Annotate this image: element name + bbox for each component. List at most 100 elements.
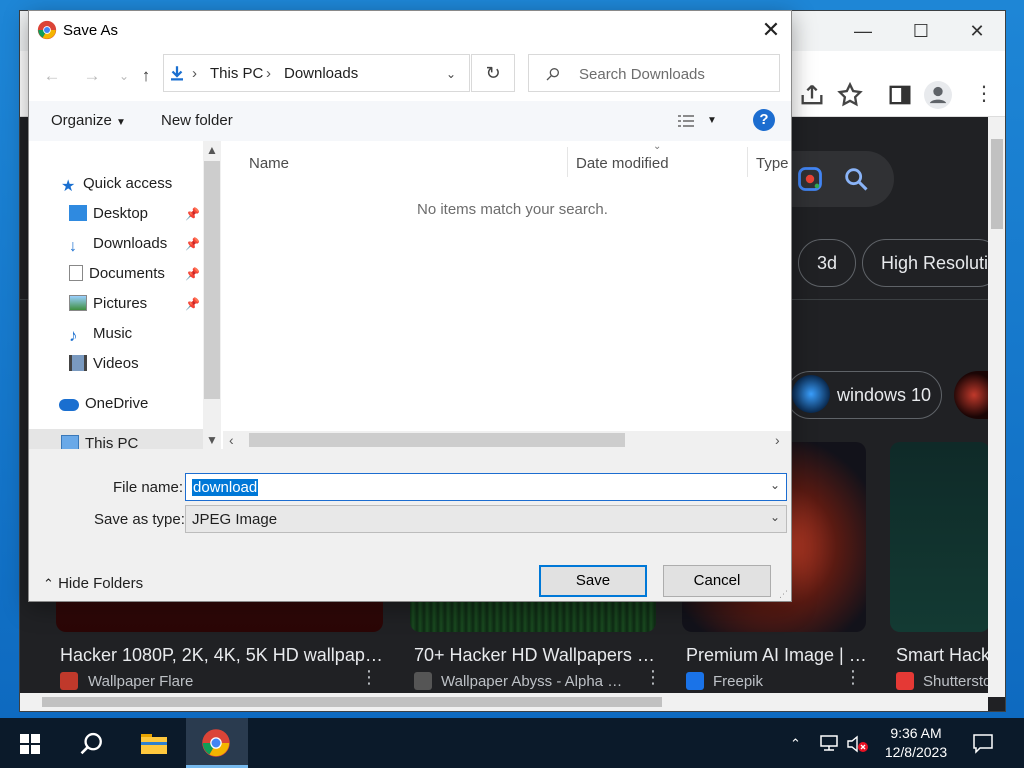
hide-folders-button[interactable]: ⌃ Hide Folders <box>43 575 143 592</box>
save-type-select[interactable]: JPEG Image ⌄ <box>185 505 787 533</box>
search-input[interactable]: Search Downloads <box>528 54 780 92</box>
up-arrow-icon[interactable]: ↑ <box>133 63 159 89</box>
organize-button[interactable]: Organize ▼ <box>51 112 126 129</box>
address-dropdown-icon[interactable]: ⌄ <box>446 67 456 81</box>
chip-high-resolution[interactable]: High Resolutio <box>862 239 1002 287</box>
scroll-right-icon[interactable]: › <box>775 432 780 448</box>
result-title[interactable]: Premium AI Image | … <box>686 645 866 666</box>
desktop-icon <box>69 205 87 221</box>
dialog-title: Save As <box>63 22 119 39</box>
chrome-menu-icon[interactable]: ⋮ <box>970 81 998 109</box>
nav-label: Videos <box>93 355 139 372</box>
nav-onedrive[interactable]: OneDrive <box>59 391 148 417</box>
breadcrumb-downloads[interactable]: Downloads <box>284 65 358 82</box>
search-icon[interactable] <box>842 165 870 193</box>
taskbar-search-button[interactable] <box>62 718 124 768</box>
minimize-icon[interactable]: — <box>840 17 886 45</box>
close-window-icon[interactable]: ✕ <box>954 17 1000 45</box>
nav-item-pictures[interactable]: Pictures <box>69 291 147 317</box>
view-dropdown-icon[interactable]: ▼ <box>707 115 717 126</box>
more-options-icon[interactable]: ⋮ <box>360 667 378 688</box>
share-icon[interactable] <box>798 81 826 109</box>
view-options-icon[interactable] <box>677 113 695 129</box>
breadcrumb-this-pc[interactable]: This PC <box>210 65 263 82</box>
scrollbar-thumb[interactable] <box>42 697 662 707</box>
show-hidden-icons-icon[interactable]: ⌃ <box>790 736 801 752</box>
save-button[interactable]: Save <box>539 565 647 597</box>
result-title[interactable]: 70+ Hacker HD Wallpapers … <box>414 645 664 666</box>
nav-quick-access[interactable]: ★ Quick access <box>61 171 172 197</box>
scroll-left-icon[interactable]: ‹ <box>229 432 234 448</box>
result-source[interactable]: Shuttersto <box>923 673 988 690</box>
chrome-logo-icon <box>37 20 57 40</box>
nav-item-downloads[interactable]: ↓ Downloads <box>69 231 167 257</box>
windows-logo-icon <box>20 734 40 754</box>
page-vertical-scrollbar[interactable] <box>988 117 1005 697</box>
clock[interactable]: 9:36 AM 12/8/2023 <box>876 724 956 762</box>
cancel-button[interactable]: Cancel <box>663 565 771 597</box>
column-type[interactable]: Type <box>756 155 789 172</box>
network-icon[interactable] <box>818 734 840 752</box>
result-thumbnail[interactable] <box>890 442 990 632</box>
maximize-icon[interactable]: ☐ <box>898 17 944 45</box>
new-folder-button[interactable]: New folder <box>161 112 233 129</box>
nav-pane-scrollbar[interactable]: ▲ ▼ <box>203 141 221 449</box>
resize-grip-icon[interactable]: ⋰ <box>779 589 788 600</box>
more-options-icon[interactable]: ⋮ <box>644 667 662 688</box>
chrome-taskbar-button[interactable] <box>186 718 248 768</box>
pin-icon[interactable]: 📌 <box>185 207 200 221</box>
scroll-up-icon[interactable]: ▲ <box>206 143 218 157</box>
chip-3d[interactable]: 3d <box>798 239 856 287</box>
back-arrow-icon[interactable]: ← <box>39 63 65 89</box>
nav-item-music[interactable]: ♪ Music <box>69 321 132 347</box>
close-icon[interactable]: ✕ <box>757 16 785 44</box>
page-horizontal-scrollbar[interactable] <box>20 693 988 711</box>
nav-item-documents[interactable]: Documents <box>69 261 165 287</box>
result-source[interactable]: Wallpaper Abyss - Alpha … <box>441 673 641 690</box>
save-type-dropdown-icon[interactable]: ⌄ <box>770 510 780 524</box>
file-list-horizontal-scrollbar[interactable]: ‹ › <box>223 431 791 449</box>
pin-icon[interactable]: 📌 <box>185 237 200 251</box>
nav-label: Desktop <box>93 205 149 222</box>
search-placeholder: Search Downloads <box>579 66 705 83</box>
refresh-icon[interactable]: ↻ <box>471 54 515 92</box>
file-name-input[interactable]: download ⌄ <box>185 473 787 501</box>
column-name[interactable]: Name <box>249 155 289 172</box>
scroll-down-icon[interactable]: ▼ <box>206 433 218 447</box>
notifications-icon[interactable] <box>972 732 994 754</box>
result-source[interactable]: Freepik <box>713 673 833 690</box>
result-source[interactable]: Wallpaper Flare <box>88 673 348 690</box>
cloud-icon <box>59 399 79 411</box>
side-panel-icon[interactable] <box>886 81 914 109</box>
chrome-logo-icon <box>202 729 230 757</box>
result-title[interactable]: Smart Hack <box>896 645 988 666</box>
profile-avatar-icon[interactable] <box>924 81 952 109</box>
column-date-modified[interactable]: Date modified <box>576 155 669 172</box>
nav-item-desktop[interactable]: Desktop <box>69 201 148 227</box>
help-icon[interactable]: ? <box>753 109 775 131</box>
bookmark-star-icon[interactable] <box>836 81 864 109</box>
file-explorer-button[interactable] <box>124 718 186 768</box>
address-bar[interactable]: › This PC › Downloads ⌄ <box>163 54 470 92</box>
forward-arrow-icon[interactable]: → <box>79 63 105 89</box>
scrollbar-thumb[interactable] <box>204 161 220 399</box>
scrollbar-thumb[interactable] <box>249 433 625 447</box>
nav-item-videos[interactable]: Videos <box>69 351 139 377</box>
hide-folders-label: Hide Folders <box>58 575 144 592</box>
empty-message: No items match your search. <box>417 201 608 218</box>
file-name-dropdown-icon[interactable]: ⌄ <box>770 478 780 492</box>
volume-muted-icon[interactable] <box>846 734 870 754</box>
start-button[interactable] <box>0 718 62 768</box>
documents-icon <box>69 265 83 281</box>
pin-icon[interactable]: 📌 <box>185 297 200 311</box>
column-divider[interactable] <box>747 147 748 177</box>
search-icon <box>546 68 559 81</box>
scrollbar-thumb[interactable] <box>991 139 1003 229</box>
google-lens-icon[interactable] <box>796 165 824 193</box>
column-divider[interactable] <box>567 147 568 177</box>
result-title[interactable]: Hacker 1080P, 2K, 4K, 5K HD wallpap… <box>60 645 390 666</box>
nav-label: Downloads <box>93 235 168 252</box>
chip-label: windows 10 <box>837 385 932 405</box>
more-options-icon[interactable]: ⋮ <box>844 667 862 688</box>
pin-icon[interactable]: 📌 <box>185 267 200 281</box>
